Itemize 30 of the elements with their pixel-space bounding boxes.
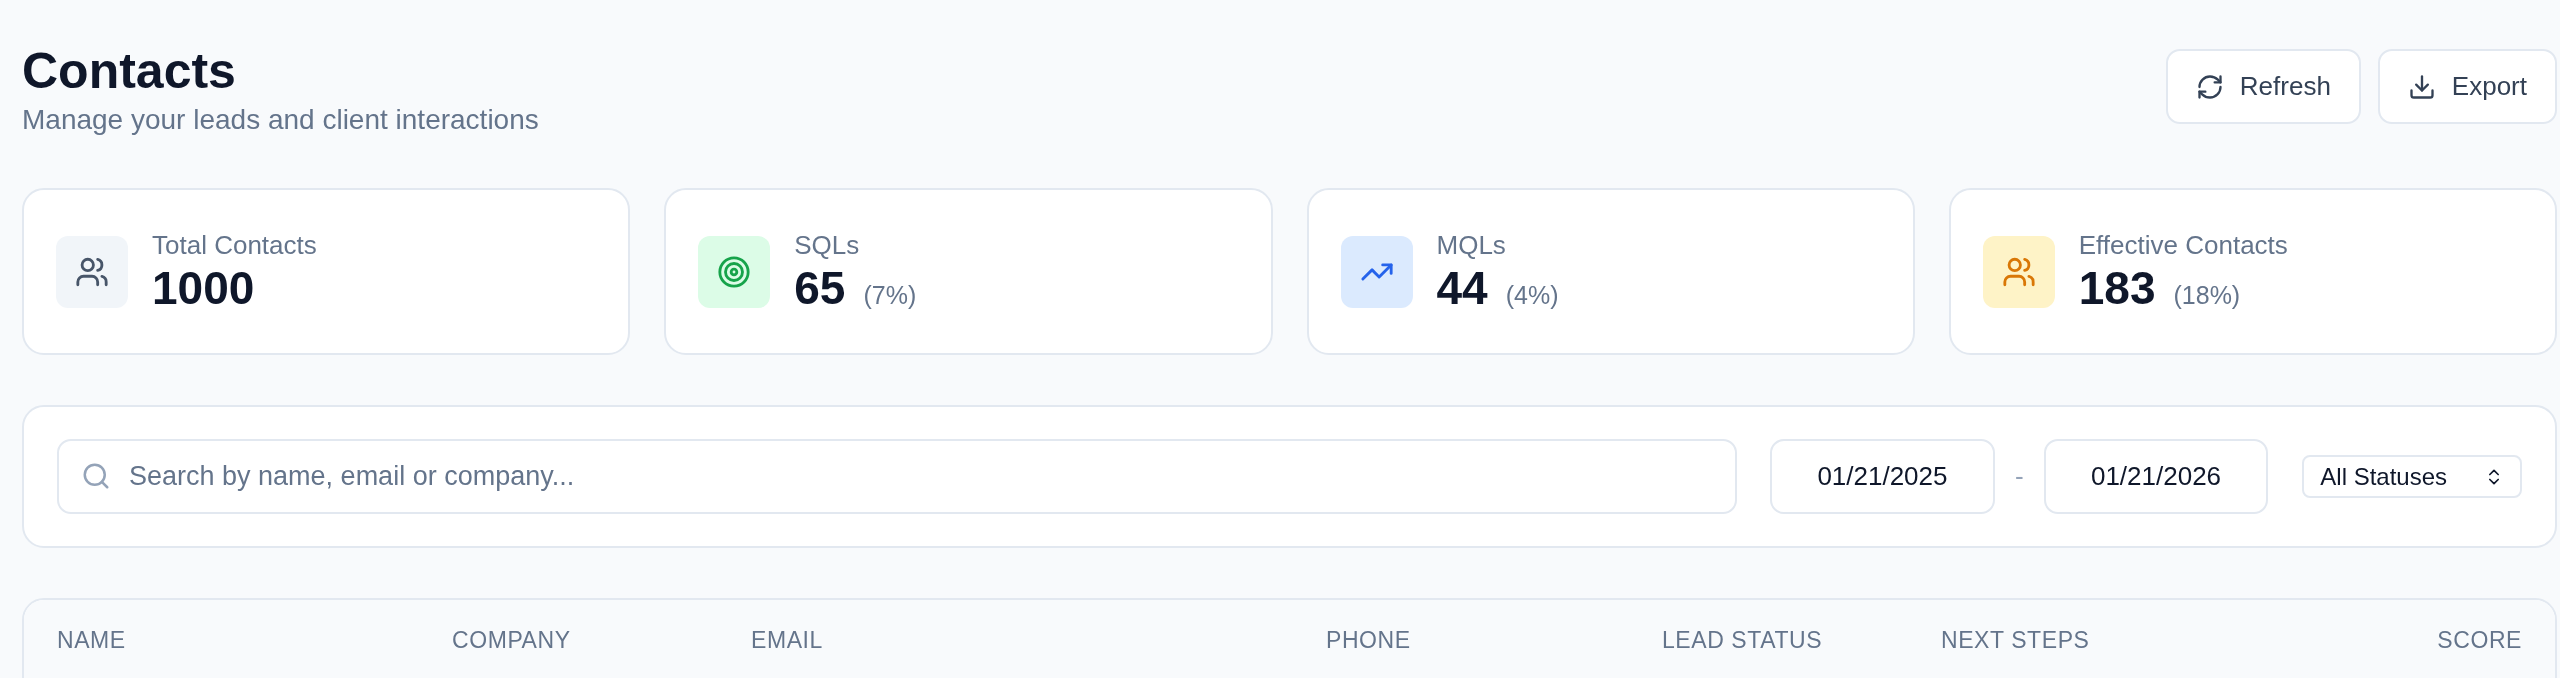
date-field[interactable]: 01/21/2026 [2043, 439, 2269, 514]
status-select[interactable]: All Statuses [2302, 455, 2522, 498]
column-header: COMPANY [452, 625, 572, 655]
stat-value: 183 [2078, 260, 2156, 315]
refresh-icon [2195, 72, 2224, 101]
search-icon [81, 461, 111, 491]
page-title: Contacts [22, 44, 237, 98]
column-header: NEXT STEPS [1941, 625, 2091, 655]
page-subtitle: Manage your leads and client interactions [22, 104, 539, 136]
stat-percentage: (18%) [2173, 279, 2241, 311]
export-button[interactable]: Export [2377, 49, 2557, 124]
download-icon [2407, 72, 2436, 101]
stat-label: SQLs [794, 228, 861, 261]
date-separator: - [2013, 460, 2025, 493]
stat-value: 65 [794, 260, 846, 315]
date-field[interactable]: 01/21/2025 [1770, 439, 1995, 514]
stat-value: 1000 [152, 260, 255, 315]
search-field[interactable]: Search by name, email or company... [57, 439, 1738, 514]
stat-label: Effective Contacts [2078, 228, 2288, 261]
column-header: NAME [57, 625, 127, 655]
stat-value: 44 [1436, 260, 1488, 315]
column-header: SCORE [2437, 625, 2522, 655]
column-header: PHONE [1326, 625, 1412, 655]
stat-percentage: (4%) [1505, 279, 1559, 311]
stat-percentage: (7%) [863, 279, 917, 311]
column-header: EMAIL [751, 625, 824, 655]
stat-label: Total Contacts [152, 228, 317, 261]
column-header: LEAD STATUS [1662, 625, 1824, 655]
stat-label: MQLs [1436, 228, 1507, 261]
refresh-button[interactable]: Refresh [2165, 49, 2361, 124]
